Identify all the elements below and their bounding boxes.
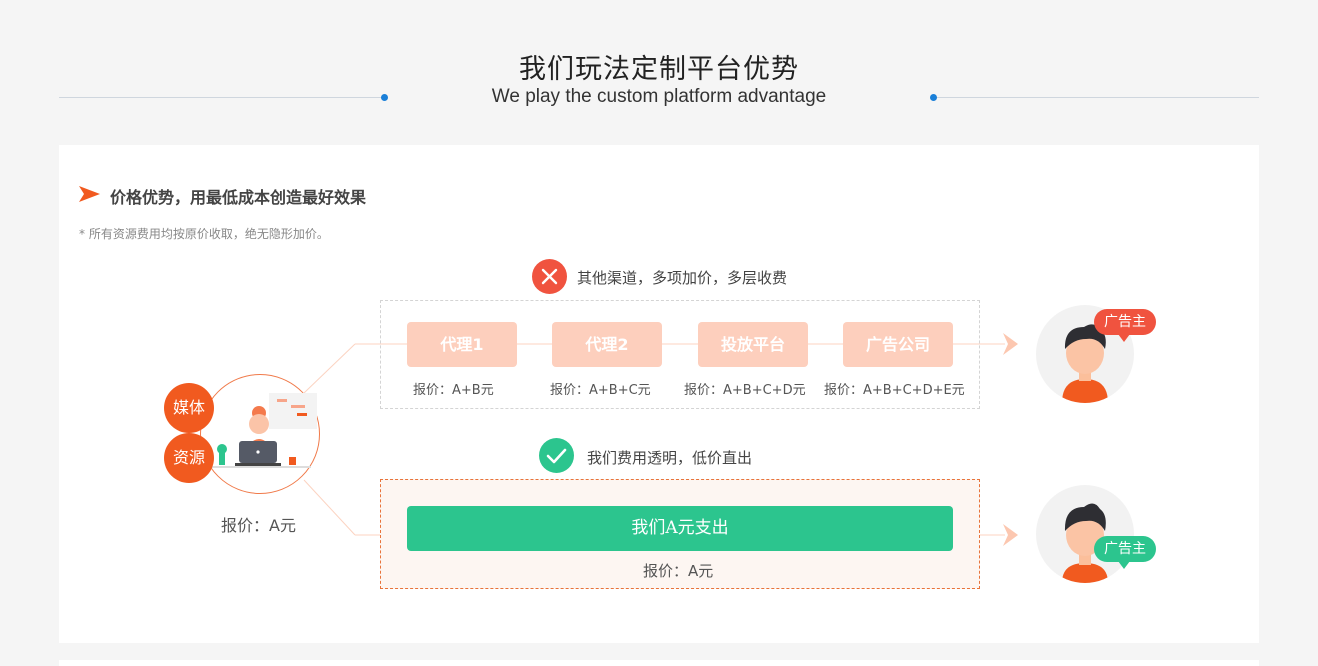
media-price: 报价：A元 bbox=[221, 516, 296, 535]
price-ad-agency: 报价：A+B+C+D+E元 bbox=[824, 383, 965, 398]
price-ad-platform: 报价：A+B+C+D元 bbox=[684, 383, 806, 398]
section-note: * 所有资源费用均按原价收取，绝无隐形加价。 bbox=[79, 227, 329, 241]
advertiser-bubble-bottom: 广告主 bbox=[1094, 536, 1156, 569]
page-title: 我们玩法定制平台优势 bbox=[519, 54, 799, 85]
our-channel-label: 我们费用透明，低价直出 bbox=[587, 449, 753, 467]
page-subtitle: We play the custom platform advantage bbox=[491, 86, 827, 107]
check-icon bbox=[539, 438, 574, 473]
advertiser-label: 广告主 bbox=[1104, 314, 1146, 330]
chip-ad-platform: 投放平台 bbox=[698, 322, 808, 367]
price-agent-2: 报价：A+B+C元 bbox=[550, 383, 651, 398]
bubble-tail bbox=[1118, 561, 1130, 569]
chip-agent-1: 代理1 bbox=[407, 322, 517, 367]
our-cost-bar: 我们A元支出 bbox=[407, 506, 953, 551]
chip-ad-agency: 广告公司 bbox=[843, 322, 953, 367]
next-card-edge bbox=[59, 660, 1259, 666]
section-title: 价格优势，用最低成本创造最好效果 bbox=[110, 188, 367, 207]
media-badge: 媒体 bbox=[164, 383, 214, 433]
advertiser-label: 广告主 bbox=[1104, 541, 1146, 557]
section-header: 我们玩法定制平台优势 We play the custom platform a… bbox=[0, 0, 1318, 140]
price-agent-1: 报价：A+B元 bbox=[413, 383, 494, 398]
our-price: 报价：A元 bbox=[643, 562, 714, 580]
close-icon bbox=[532, 259, 567, 294]
orange-arrow-icon bbox=[79, 186, 100, 202]
resource-badge: 资源 bbox=[164, 433, 214, 483]
bubble-tail bbox=[1118, 334, 1130, 342]
other-channels-label: 其他渠道，多项加价，多层收费 bbox=[577, 269, 788, 287]
person-laptop-icon bbox=[211, 393, 317, 468]
advertiser-bubble-top: 广告主 bbox=[1094, 309, 1156, 342]
chip-agent-2: 代理2 bbox=[552, 322, 662, 367]
media-illustration bbox=[200, 374, 320, 494]
